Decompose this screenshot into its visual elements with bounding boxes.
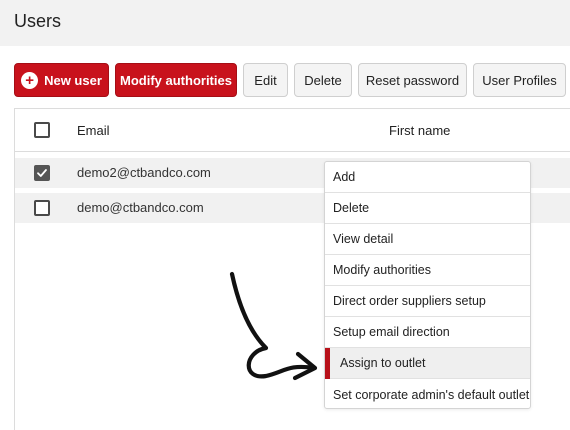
- plus-circle-icon: +: [21, 71, 39, 89]
- new-user-button[interactable]: + New user: [14, 63, 109, 97]
- menu-item-delete[interactable]: Delete: [325, 193, 530, 224]
- modify-authorities-button[interactable]: Modify authorities: [115, 63, 237, 97]
- edit-button[interactable]: Edit: [243, 63, 288, 97]
- menu-item-add[interactable]: Add: [325, 162, 530, 193]
- column-header-first-name[interactable]: First name: [389, 123, 450, 138]
- reset-password-button[interactable]: Reset password: [358, 63, 467, 97]
- row-checkbox[interactable]: [34, 200, 50, 216]
- menu-item-direct-order-suppliers-setup[interactable]: Direct order suppliers setup: [325, 286, 530, 317]
- menu-item-assign-to-outlet[interactable]: Assign to outlet: [325, 348, 530, 379]
- row-checkbox[interactable]: [34, 165, 50, 181]
- new-user-label: New user: [44, 72, 102, 88]
- column-header-email[interactable]: Email: [77, 123, 110, 138]
- delete-button[interactable]: Delete: [294, 63, 352, 97]
- user-profiles-button[interactable]: User Profiles: [473, 63, 566, 97]
- hand-drawn-arrow-icon: [229, 271, 318, 381]
- menu-item-setup-email-direction[interactable]: Setup email direction: [325, 317, 530, 348]
- row-email: demo2@ctbandco.com: [77, 165, 211, 180]
- checkmark-icon: [37, 169, 47, 177]
- page-header: Users: [0, 0, 570, 46]
- menu-item-set-corporate-admin-default-outlet[interactable]: Set corporate admin's default outlet: [325, 379, 530, 410]
- row-email: demo@ctbandco.com: [77, 200, 204, 215]
- menu-item-modify-authorities[interactable]: Modify authorities: [325, 255, 530, 286]
- page-title: Users: [14, 11, 62, 31]
- table-header: Email First name: [15, 109, 570, 152]
- context-menu: Add Delete View detail Modify authoritie…: [324, 161, 531, 409]
- select-all-checkbox[interactable]: [34, 122, 50, 138]
- menu-item-view-detail[interactable]: View detail: [325, 224, 530, 255]
